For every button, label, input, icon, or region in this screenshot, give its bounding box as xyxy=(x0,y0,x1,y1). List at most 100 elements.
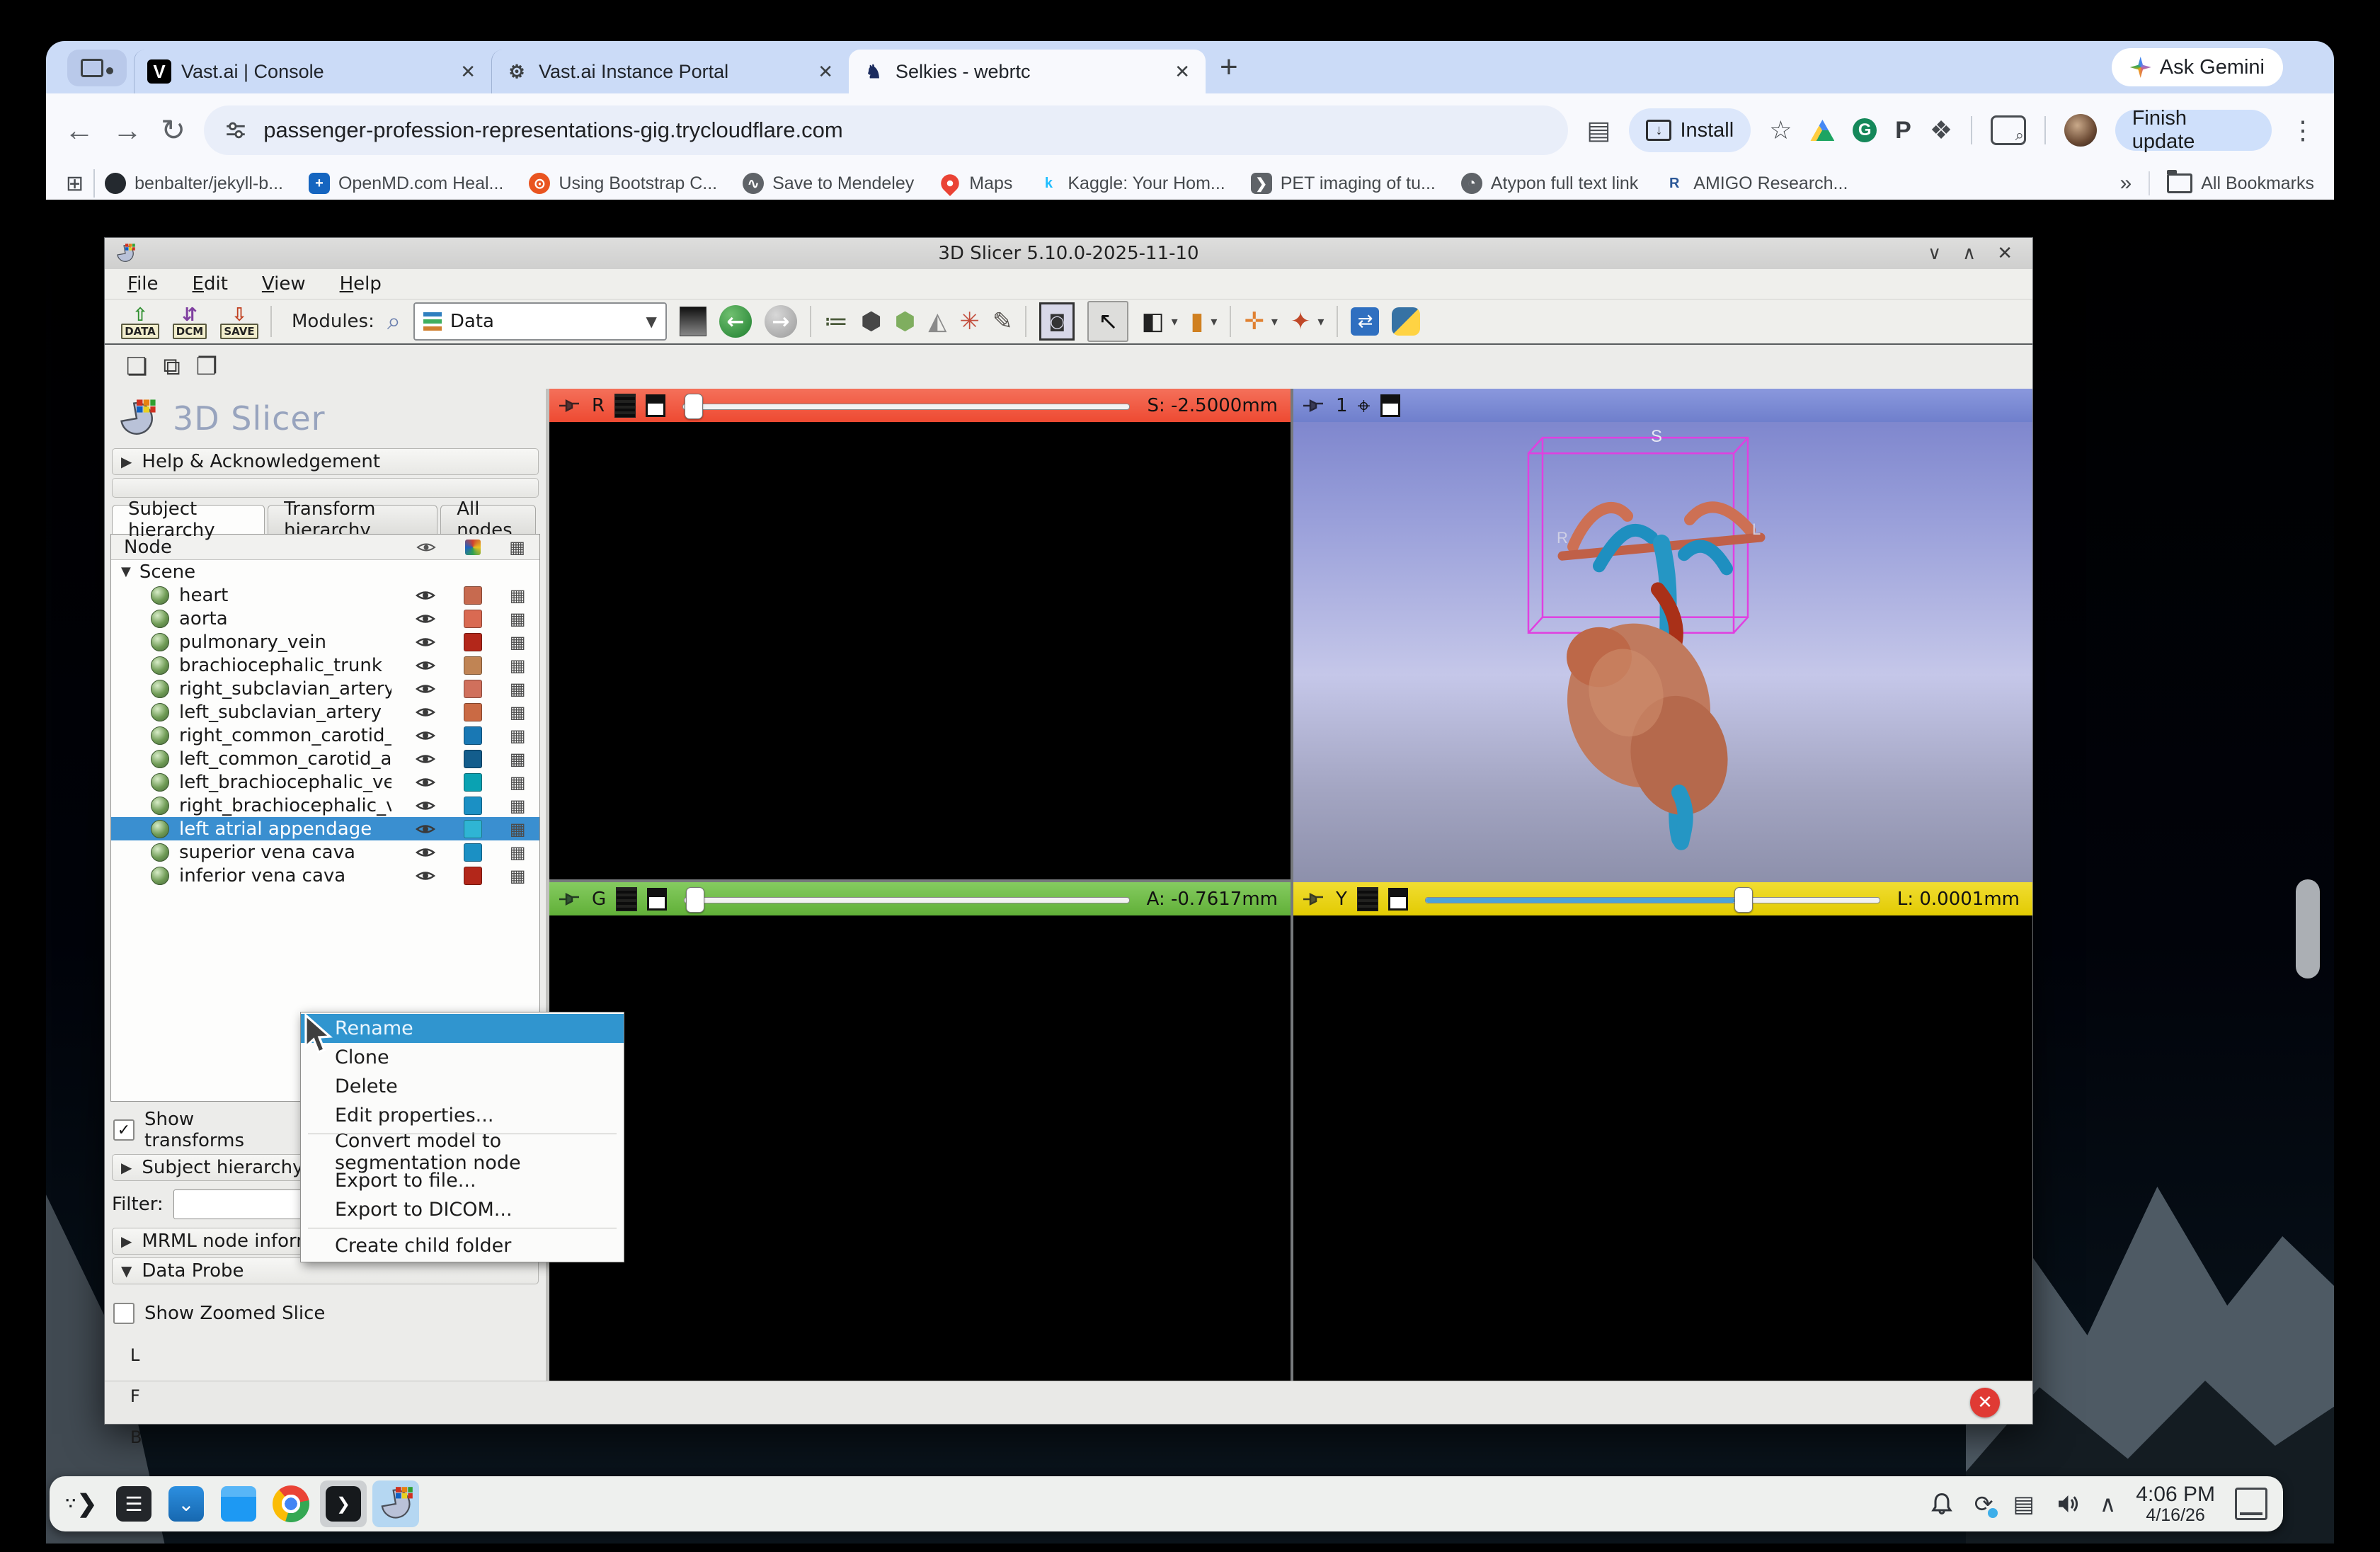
module-back-icon[interactable]: ← xyxy=(719,305,752,338)
color-swatch[interactable] xyxy=(464,680,482,698)
slice-links-icon[interactable] xyxy=(614,394,636,418)
yellow-slice-offset[interactable]: L: 0.0001mm xyxy=(1897,889,2020,910)
visibility-eye-icon[interactable] xyxy=(415,635,436,649)
bookmark-item[interactable]: k Kaggle: Your Hom... xyxy=(1038,173,1225,194)
slice-links-icon[interactable] xyxy=(1357,887,1378,911)
pin-icon[interactable] xyxy=(1302,398,1326,413)
clipboard-icon[interactable]: ▤ xyxy=(1586,115,1610,145)
slice-menu-icon[interactable] xyxy=(647,888,667,911)
visibility-eye-icon[interactable] xyxy=(415,682,436,696)
module-shortcut-icon[interactable]: ✎ xyxy=(992,309,1013,333)
mesh-grid-icon[interactable] xyxy=(510,634,526,651)
show-transforms-checkbox[interactable] xyxy=(113,1119,135,1141)
color-column-icon[interactable] xyxy=(465,540,481,555)
axes-icon[interactable]: ✦ xyxy=(1291,309,1311,333)
threed-canvas[interactable]: S R L xyxy=(1293,422,2032,882)
visibility-eye-icon[interactable] xyxy=(415,869,436,883)
node-row[interactable]: right_common_carotid_artery xyxy=(111,724,539,747)
app-launcher-button[interactable]: ∵❯ xyxy=(58,1480,105,1527)
bookmark-item[interactable]: ⊙ Using Bootstrap C... xyxy=(529,173,717,194)
hierarchy-tab[interactable]: Transform hierarchy xyxy=(268,505,437,534)
node-row[interactable]: pulmonary_vein xyxy=(111,630,539,654)
green-slice-canvas[interactable] xyxy=(549,915,1291,1381)
module-forward-icon[interactable]: → xyxy=(765,305,797,338)
color-swatch[interactable] xyxy=(464,656,482,675)
mouse-mode-button[interactable]: ↖ xyxy=(1087,301,1128,342)
extensions-manager-icon[interactable]: ⇄ xyxy=(1351,307,1379,336)
color-swatch[interactable] xyxy=(464,726,482,745)
color-swatch[interactable] xyxy=(464,610,482,628)
notifications-icon[interactable] xyxy=(1929,1491,1955,1517)
site-settings-icon[interactable] xyxy=(224,118,248,142)
taskbar-settings-button[interactable]: ☰ xyxy=(110,1480,157,1527)
color-swatch[interactable] xyxy=(464,797,482,815)
module-shortcut-icon[interactable]: ⬢ xyxy=(861,309,882,333)
taskbar-terminal-button[interactable]: ❯ xyxy=(320,1480,367,1527)
browser-tab[interactable]: ⚙ Vast.ai Instance Portal xyxy=(491,50,849,93)
tab-close-icon[interactable] xyxy=(1172,58,1193,86)
taskbar-clock[interactable]: 4:06 PM 4/16/26 xyxy=(2136,1483,2215,1526)
show-desktop-button[interactable] xyxy=(2235,1488,2267,1520)
mesh-grid-icon[interactable] xyxy=(510,704,526,721)
scene-row[interactable]: ▼ Scene xyxy=(111,560,539,583)
menu-item[interactable]: Help xyxy=(340,273,382,295)
file-toolbar-button[interactable]: ⇵ DCM xyxy=(171,304,208,339)
bookmark-item[interactable]: benbalter/jekyll-b... xyxy=(105,173,283,194)
context-menu-item[interactable]: Delete xyxy=(301,1072,624,1101)
mesh-column-icon[interactable] xyxy=(509,539,525,556)
visibility-eye-icon[interactable] xyxy=(415,658,436,673)
restore-view-icon[interactable]: ❐ xyxy=(196,353,217,381)
context-menu-item[interactable]: Edit properties... xyxy=(301,1101,624,1130)
context-menu-item[interactable] xyxy=(301,1130,624,1137)
markup-point-icon[interactable]: ✛ xyxy=(1244,309,1264,333)
taskbar-files-button[interactable] xyxy=(215,1480,262,1527)
bookmarks-overflow-icon[interactable]: » xyxy=(2120,171,2132,195)
install-button[interactable]: ↓ Install xyxy=(1629,108,1751,152)
color-swatch[interactable] xyxy=(464,867,482,885)
url-bar[interactable]: passenger-profession-representations-gig… xyxy=(204,105,1568,155)
visibility-eye-icon[interactable] xyxy=(415,705,436,719)
slice-menu-icon[interactable] xyxy=(1388,888,1408,911)
pin-icon[interactable] xyxy=(558,398,582,413)
browser-tab[interactable]: V Vast.ai | Console xyxy=(134,50,491,93)
red-slice-view[interactable]: R S: -2.5000mm xyxy=(549,389,1291,879)
p-extension-icon[interactable]: P xyxy=(1895,117,1911,144)
help-acknowledgement-bar[interactable]: ▶ Help & Acknowledgement xyxy=(112,448,539,475)
context-menu-item[interactable]: Convert model to segmentation node xyxy=(301,1137,624,1166)
module-shortcut-icon[interactable]: ≔ xyxy=(824,309,848,333)
color-swatch[interactable] xyxy=(464,633,482,651)
hierarchy-tab[interactable]: All nodes xyxy=(440,505,536,534)
collapsed-section-bar[interactable] xyxy=(112,478,539,498)
node-row[interactable]: superior vena cava xyxy=(111,840,539,864)
visibility-eye-icon[interactable] xyxy=(415,822,436,836)
taskbar-chrome-button[interactable] xyxy=(268,1480,314,1527)
taskbar-discover-button[interactable]: ⌄ xyxy=(163,1480,210,1527)
window-close-icon[interactable]: ✕ xyxy=(1997,243,2013,264)
slider-handle[interactable] xyxy=(1734,887,1753,913)
red-slice-canvas[interactable] xyxy=(549,422,1291,879)
clipboard-tray-icon[interactable]: ▤ xyxy=(2013,1493,2035,1515)
mesh-grid-icon[interactable] xyxy=(510,657,526,674)
compare-view-icon[interactable]: ⧉ xyxy=(163,353,180,381)
python-console-icon[interactable] xyxy=(1392,307,1420,336)
view-menu-icon[interactable] xyxy=(1380,394,1400,417)
color-swatch[interactable] xyxy=(464,773,482,792)
tray-expand-icon[interactable]: ∧ xyxy=(2100,1493,2116,1515)
bookmark-item[interactable]: + OpenMD.com Heal... xyxy=(309,173,503,194)
slider-handle[interactable] xyxy=(686,887,704,913)
browser-menu-icon[interactable]: ⋮ xyxy=(2290,115,2316,145)
visibility-eye-icon[interactable] xyxy=(415,588,436,603)
context-menu-item[interactable]: Clone xyxy=(301,1043,624,1072)
bookmark-item[interactable]: Maps xyxy=(939,173,1012,194)
module-selector[interactable]: Data ▼ xyxy=(413,302,667,341)
expand-triangle-icon[interactable]: ▼ xyxy=(121,564,131,579)
module-shortcut-icon[interactable]: ✳ xyxy=(959,309,980,333)
node-row[interactable]: brachiocephalic_trunk xyxy=(111,654,539,677)
visibility-eye-icon[interactable] xyxy=(415,729,436,743)
node-row[interactable]: left atrial appendage xyxy=(111,817,539,840)
extensions-puzzle-icon[interactable]: ❖ xyxy=(1930,115,1952,145)
forward-icon[interactable]: → xyxy=(113,115,142,145)
menu-item[interactable]: Edit xyxy=(193,273,228,295)
node-row[interactable]: heart xyxy=(111,583,539,607)
pin-icon[interactable] xyxy=(558,891,582,907)
